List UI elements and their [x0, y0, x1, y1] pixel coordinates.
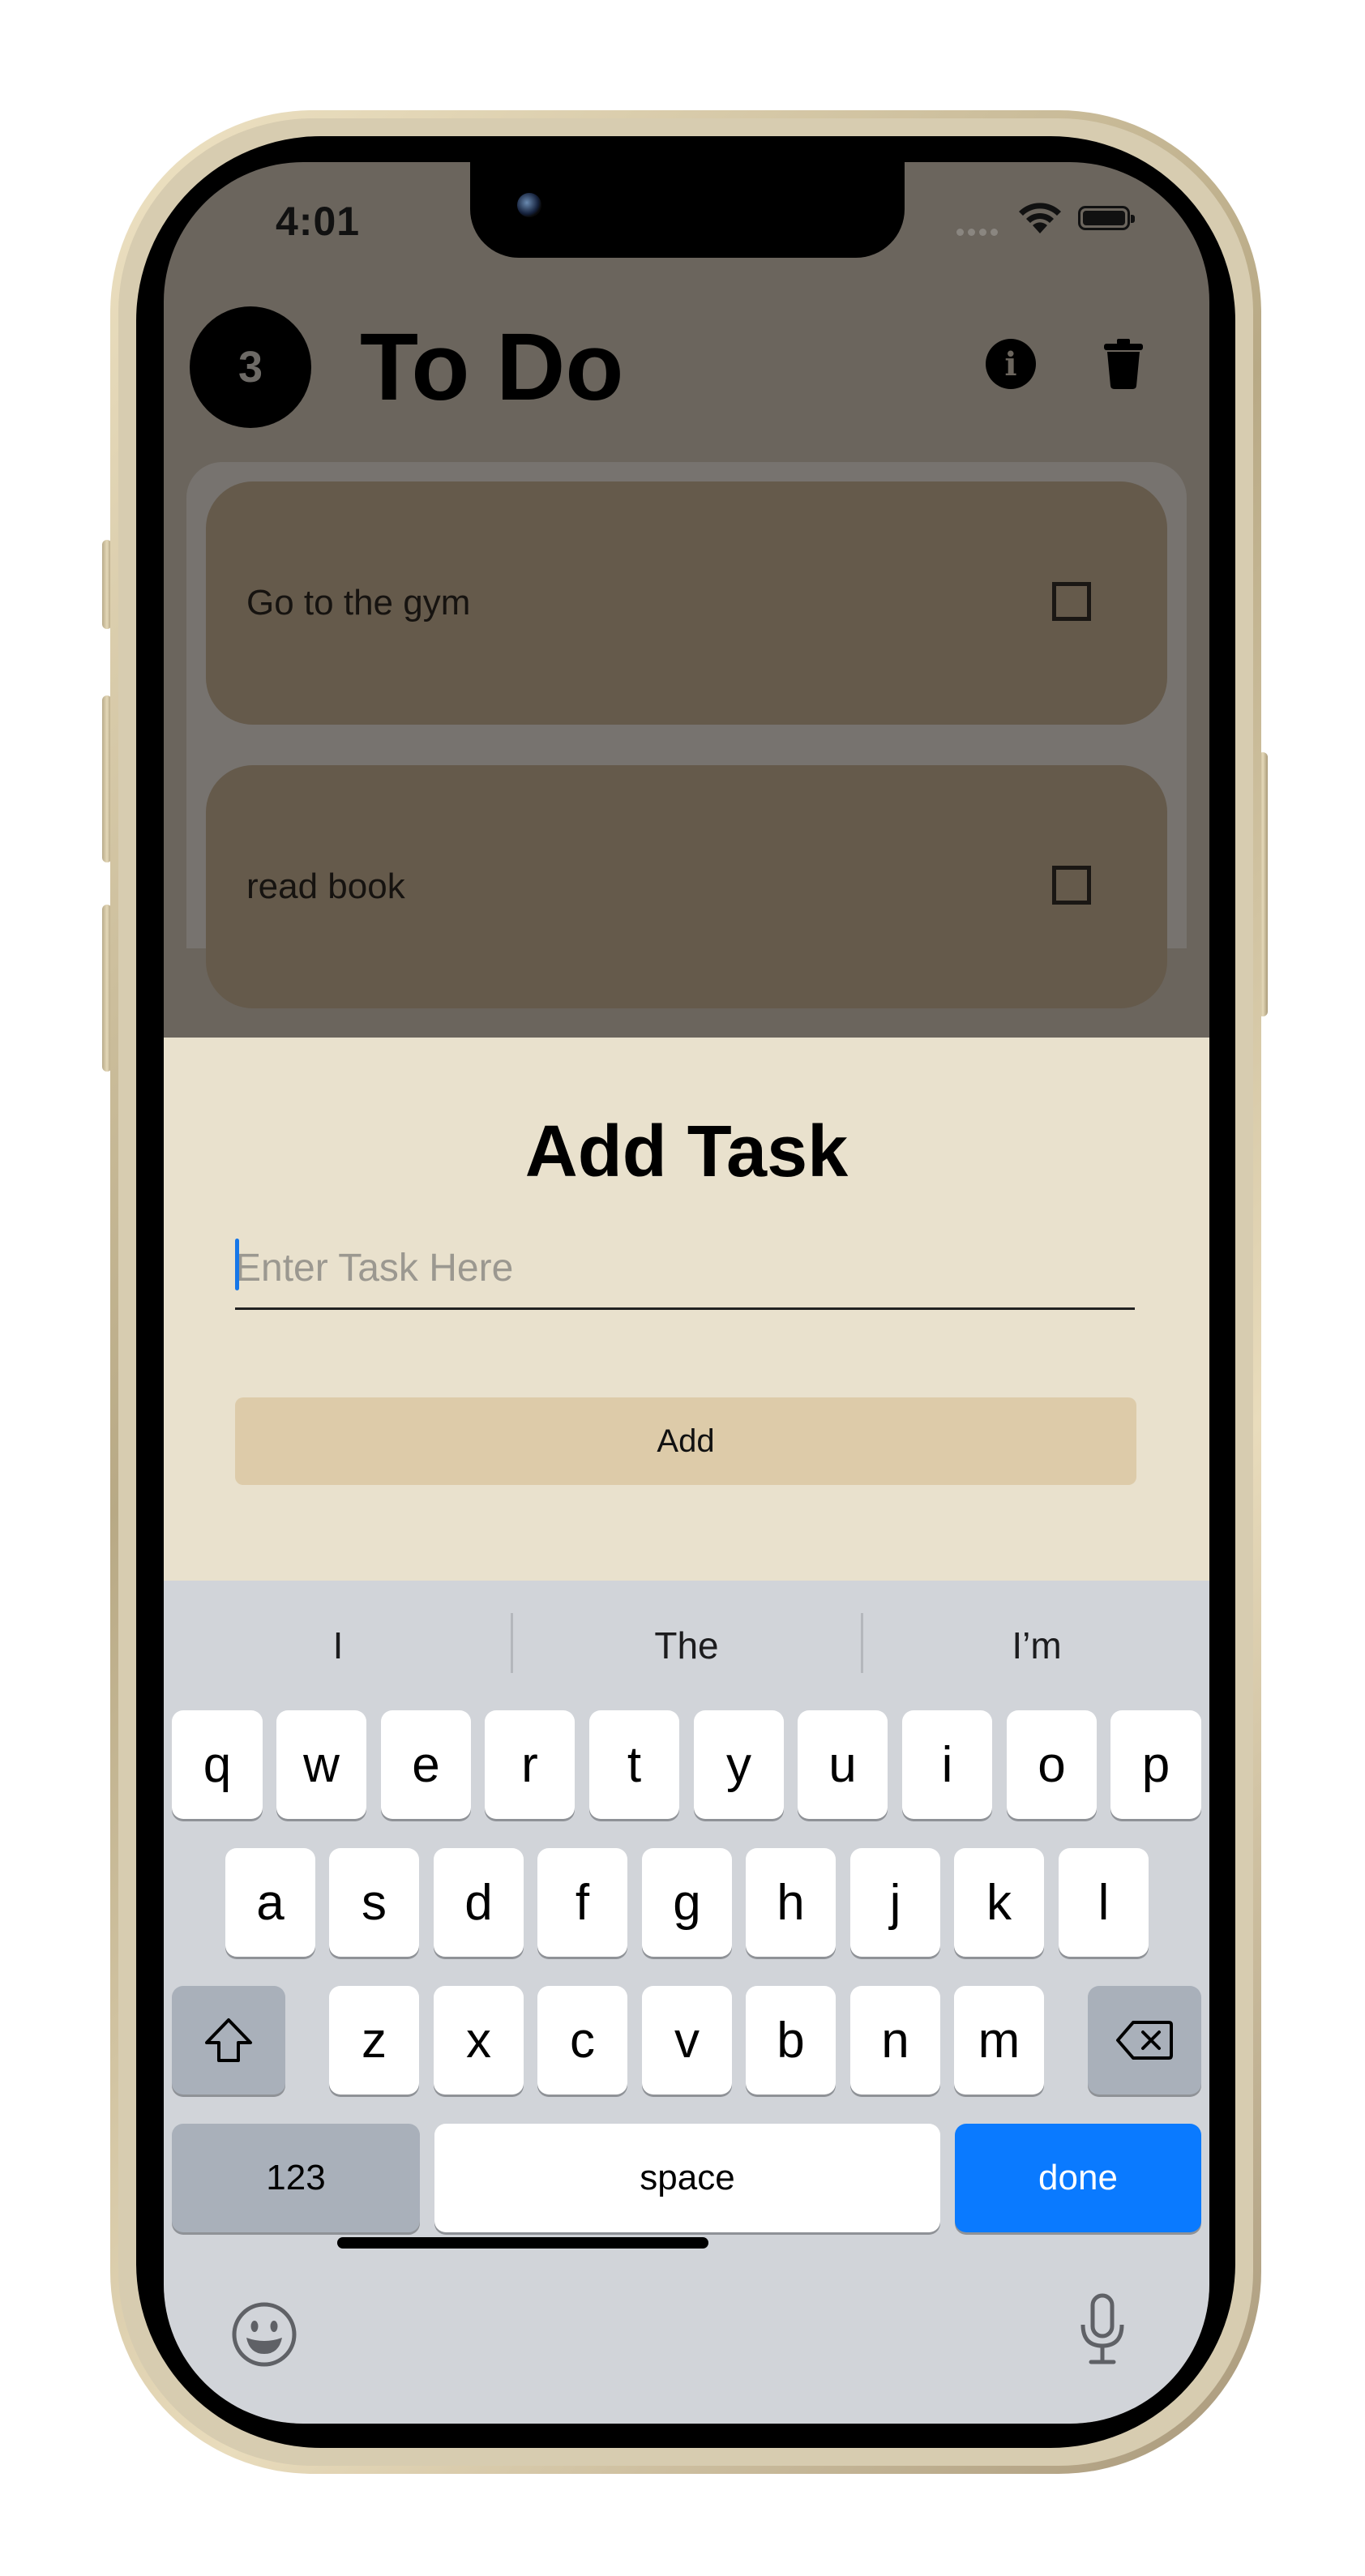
key-t[interactable]: t — [589, 1710, 679, 1819]
cellular-signal-icon — [956, 225, 1002, 240]
add-button[interactable]: Add — [235, 1397, 1136, 1485]
task-card[interactable]: Go to the gym — [206, 481, 1167, 725]
key-g[interactable]: g — [642, 1848, 732, 1957]
numbers-key[interactable]: 123 — [172, 2124, 420, 2232]
sheet-title: Add Task — [524, 1111, 849, 1192]
key-l[interactable]: l — [1059, 1848, 1149, 1957]
home-indicator — [337, 2237, 708, 2249]
key-u[interactable]: u — [798, 1710, 888, 1819]
key-q[interactable]: q — [172, 1710, 263, 1819]
checkbox-icon[interactable] — [1052, 582, 1091, 621]
done-key[interactable]: done — [955, 2124, 1201, 2232]
key-m[interactable]: m — [954, 1986, 1044, 2095]
key-k[interactable]: k — [954, 1848, 1044, 1957]
suggestion-1[interactable]: I — [164, 1581, 512, 1710]
key-w[interactable]: w — [276, 1710, 366, 1819]
delete-icon — [1116, 2021, 1173, 2060]
front-camera — [517, 193, 541, 217]
backspace-key[interactable] — [1088, 1986, 1201, 2095]
battery-icon — [1078, 206, 1135, 230]
microphone-icon[interactable] — [1078, 2292, 1127, 2367]
key-i[interactable]: i — [902, 1710, 992, 1819]
task-count-badge: 3 — [190, 306, 311, 428]
suggestion-3[interactable]: I’m — [862, 1581, 1209, 1710]
suggestion-2[interactable]: The — [512, 1581, 861, 1710]
text-caret — [235, 1239, 239, 1290]
task-label: Go to the gym — [246, 583, 471, 623]
key-b[interactable]: b — [746, 1986, 836, 2095]
key-h[interactable]: h — [746, 1848, 836, 1957]
key-r[interactable]: r — [485, 1710, 575, 1819]
shift-key[interactable] — [172, 1986, 285, 2095]
keyboard: I The I’m q w e r t y u i o p a s d f g … — [164, 1581, 1209, 2424]
wifi-icon — [1019, 203, 1061, 233]
status-time: 4:01 — [276, 199, 361, 244]
key-x[interactable]: x — [434, 1986, 524, 2095]
key-s[interactable]: s — [329, 1848, 419, 1957]
key-f[interactable]: f — [537, 1848, 627, 1957]
phone-screen: 4:01 3 To Do i Go to the gym read book A… — [164, 162, 1209, 2424]
trash-icon[interactable] — [1102, 339, 1145, 389]
key-d[interactable]: d — [434, 1848, 524, 1957]
task-list: Go to the gym read book — [186, 462, 1187, 1008]
task-label: read book — [246, 867, 405, 906]
key-p[interactable]: p — [1110, 1710, 1201, 1819]
key-a[interactable]: a — [225, 1848, 315, 1957]
key-o[interactable]: o — [1007, 1710, 1097, 1819]
task-card[interactable]: read book — [206, 765, 1167, 1008]
notch — [470, 162, 905, 258]
space-key[interactable]: space — [434, 2124, 940, 2232]
key-z[interactable]: z — [329, 1986, 419, 2095]
info-icon[interactable]: i — [986, 339, 1036, 389]
emoji-icon[interactable] — [230, 2300, 298, 2368]
key-j[interactable]: j — [850, 1848, 940, 1957]
checkbox-icon[interactable] — [1052, 866, 1091, 905]
shift-icon — [205, 2018, 252, 2062]
key-y[interactable]: y — [694, 1710, 784, 1819]
key-n[interactable]: n — [850, 1986, 940, 2095]
key-e[interactable]: e — [381, 1710, 471, 1819]
task-input[interactable] — [235, 1229, 1135, 1310]
add-task-sheet: Add Task Add — [164, 1038, 1209, 1581]
page-title: To Do — [360, 314, 624, 421]
key-v[interactable]: v — [642, 1986, 732, 2095]
key-c[interactable]: c — [537, 1986, 627, 2095]
